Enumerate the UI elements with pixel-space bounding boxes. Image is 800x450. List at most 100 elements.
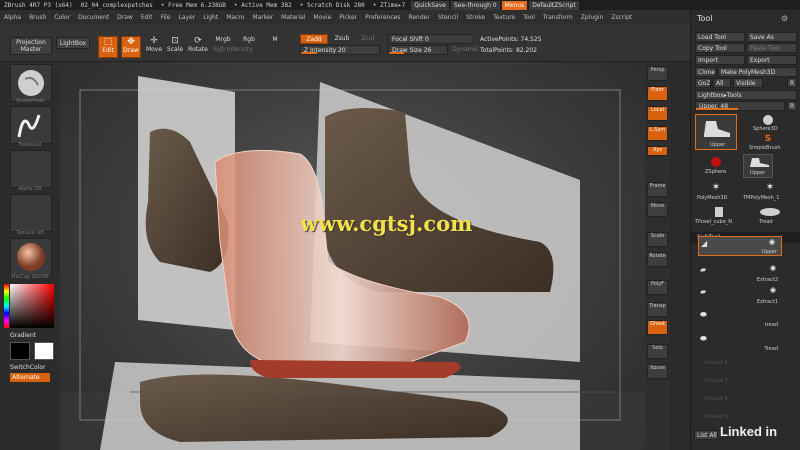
menu-light[interactable]: Light	[199, 14, 222, 21]
zsub-button[interactable]: Zsub	[331, 35, 353, 42]
tool-panel-title[interactable]: Tool	[697, 14, 713, 23]
tool-thumb-sphere3d[interactable]: Sphere3D	[743, 114, 793, 132]
secondary-color-swatch[interactable]	[10, 342, 30, 360]
subtool-row-tread[interactable]: ⬬ Tread	[698, 332, 782, 352]
tool-thumb-zsphere[interactable]: ZSphere	[695, 156, 737, 178]
upper-r-button[interactable]: R	[787, 101, 797, 111]
tool-thumb-upper-2[interactable]: Upper	[743, 154, 773, 178]
polyf-button[interactable]: PolyF	[647, 280, 668, 295]
subtool-row-extract2[interactable]: ▰ ◉ Extract2	[698, 263, 782, 283]
main-color-swatch[interactable]	[34, 342, 54, 360]
menu-stencil[interactable]: Stencil	[434, 14, 462, 21]
menu-marker[interactable]: Marker	[248, 14, 277, 21]
subtool-row-extract1[interactable]: ▰ ◉ Extract1	[698, 285, 782, 305]
scale-view-button[interactable]: Scale	[647, 232, 668, 247]
menu-material[interactable]: Material	[277, 14, 309, 21]
gradient-label[interactable]: Gradient	[10, 332, 36, 339]
menu-file[interactable]: File	[156, 14, 174, 21]
menu-render[interactable]: Render	[404, 14, 433, 21]
zadd-button[interactable]: Zadd	[300, 34, 328, 44]
brush-thumbnail[interactable]	[10, 64, 52, 102]
make-polymesh-button[interactable]: Make PolyMesh3D	[718, 67, 797, 77]
paste-tool-button[interactable]: Paste Tool	[747, 43, 797, 53]
default-zscript-button[interactable]: DefaultZScript	[529, 0, 579, 10]
menu-zplugin[interactable]: Zplugin	[577, 14, 608, 21]
tool-thumb-tposecube[interactable]: TPoseI_cube_N	[695, 206, 743, 228]
menu-picker[interactable]: Picker	[335, 14, 361, 21]
texture-thumbnail[interactable]	[10, 194, 52, 232]
rgb-button[interactable]: Rgb	[240, 36, 258, 43]
goz-r-button[interactable]: R	[787, 78, 797, 88]
subtool-row-upper[interactable]: ◢ ◉ Upper	[698, 236, 782, 256]
rotate-view-button[interactable]: Rotate	[647, 252, 668, 267]
goz-visible-button[interactable]: Visible	[733, 78, 763, 88]
draw-size-slider[interactable]: Draw Size 26	[388, 45, 448, 55]
tool-thumb-simplebrush[interactable]: S SimpleBrush	[743, 134, 793, 152]
menu-brush[interactable]: Brush	[25, 14, 50, 21]
scale-button[interactable]: ⊡ Scale	[166, 36, 184, 58]
menu-draw[interactable]: Draw	[113, 14, 137, 21]
import-button[interactable]: Import	[695, 55, 745, 65]
menu-macro[interactable]: Macro	[222, 14, 248, 21]
eye-icon[interactable]: ◉	[770, 286, 776, 294]
persp-button[interactable]: Persp	[647, 66, 668, 81]
frame-button[interactable]: Frame	[647, 182, 668, 197]
menu-tool[interactable]: Tool	[519, 14, 539, 21]
menu-movie[interactable]: Movie	[310, 14, 336, 21]
clone-button[interactable]: Clone	[695, 67, 716, 77]
export-button[interactable]: Export	[747, 55, 797, 65]
menu-stroke[interactable]: Stroke	[462, 14, 489, 21]
switchcolor-button[interactable]: SwitchColor	[10, 364, 46, 371]
menu-transform[interactable]: Transform	[539, 14, 577, 21]
solo-button[interactable]: Solo	[647, 344, 668, 359]
lightbox-button[interactable]: LightBox	[56, 37, 90, 49]
tool-thumb-tmpolymesh[interactable]: ✶ TMPolyMesh_1	[743, 182, 797, 204]
material-thumbnail[interactable]	[10, 238, 52, 276]
hue-strip[interactable]	[4, 284, 9, 328]
see-through-slider[interactable]: See-through 0	[450, 0, 500, 10]
eye-icon[interactable]: ◉	[769, 238, 775, 246]
alternate-button[interactable]: Alternate	[10, 373, 50, 382]
canvas-viewport[interactable]: www.cgtsj.com	[60, 62, 645, 450]
zcut-button[interactable]: Zcut	[358, 35, 378, 42]
lsym-button[interactable]: L.Sym	[647, 126, 668, 141]
rgb-intensity-slider[interactable]: Rgb Intensity	[213, 46, 283, 53]
dynamic-button[interactable]: Dynamic	[452, 46, 478, 53]
upper-slider[interactable]: Upper. 48	[695, 101, 785, 111]
menu-layer[interactable]: Layer	[175, 14, 200, 21]
projection-master-button[interactable]: Projection Master	[10, 37, 52, 55]
stroke-thumbnail[interactable]	[10, 106, 52, 144]
quicksave-button[interactable]: QuickSave	[411, 0, 449, 10]
tool-thumb-polymesh3d[interactable]: ✶ PolyMesh3D	[695, 182, 737, 204]
list-all-button[interactable]: List All	[694, 430, 718, 440]
lightbox-tools-button[interactable]: Lightbox▸Tools	[695, 90, 797, 100]
eye-icon[interactable]: ◉	[770, 264, 776, 272]
menu-document[interactable]: Document	[74, 14, 113, 21]
rotate-button[interactable]: ⟳ Rotate	[188, 36, 208, 58]
menu-preferences[interactable]: Preferences	[361, 14, 404, 21]
xpose-button[interactable]: Xpose	[647, 364, 668, 379]
ghost-button[interactable]: Ghost	[647, 320, 668, 335]
menu-zscript[interactable]: Zscript	[607, 14, 636, 21]
tool-thumb-tread[interactable]: Tread	[745, 206, 795, 228]
menus-button[interactable]: Menus	[501, 0, 528, 10]
move-view-button[interactable]: Move	[647, 202, 668, 217]
z-intensity-slider[interactable]: Z Intensity 20	[300, 45, 380, 55]
m-button[interactable]: M	[270, 36, 280, 43]
load-tool-button[interactable]: Load Tool	[695, 32, 745, 42]
gear-icon[interactable]: ⚙	[781, 14, 788, 23]
draw-button[interactable]: ✥ Draw	[121, 36, 141, 58]
mrgb-button[interactable]: Mrgb	[213, 36, 233, 43]
menu-alpha[interactable]: Alpha	[0, 14, 25, 21]
color-picker[interactable]	[10, 284, 54, 328]
menu-texture[interactable]: Texture	[489, 14, 519, 21]
menu-color[interactable]: Color	[50, 14, 74, 21]
goz-all-button[interactable]: All	[713, 78, 731, 88]
tool-thumb-upper[interactable]: Upper	[695, 114, 737, 150]
goz-button[interactable]: GoZ	[695, 78, 711, 88]
xyz-button[interactable]: Xyz	[647, 146, 668, 156]
floor-button[interactable]: Floor	[647, 86, 668, 101]
save-as-button[interactable]: Save As	[747, 32, 797, 42]
local-button[interactable]: Local	[647, 106, 668, 121]
move-button[interactable]: ✛ Move	[145, 36, 163, 58]
